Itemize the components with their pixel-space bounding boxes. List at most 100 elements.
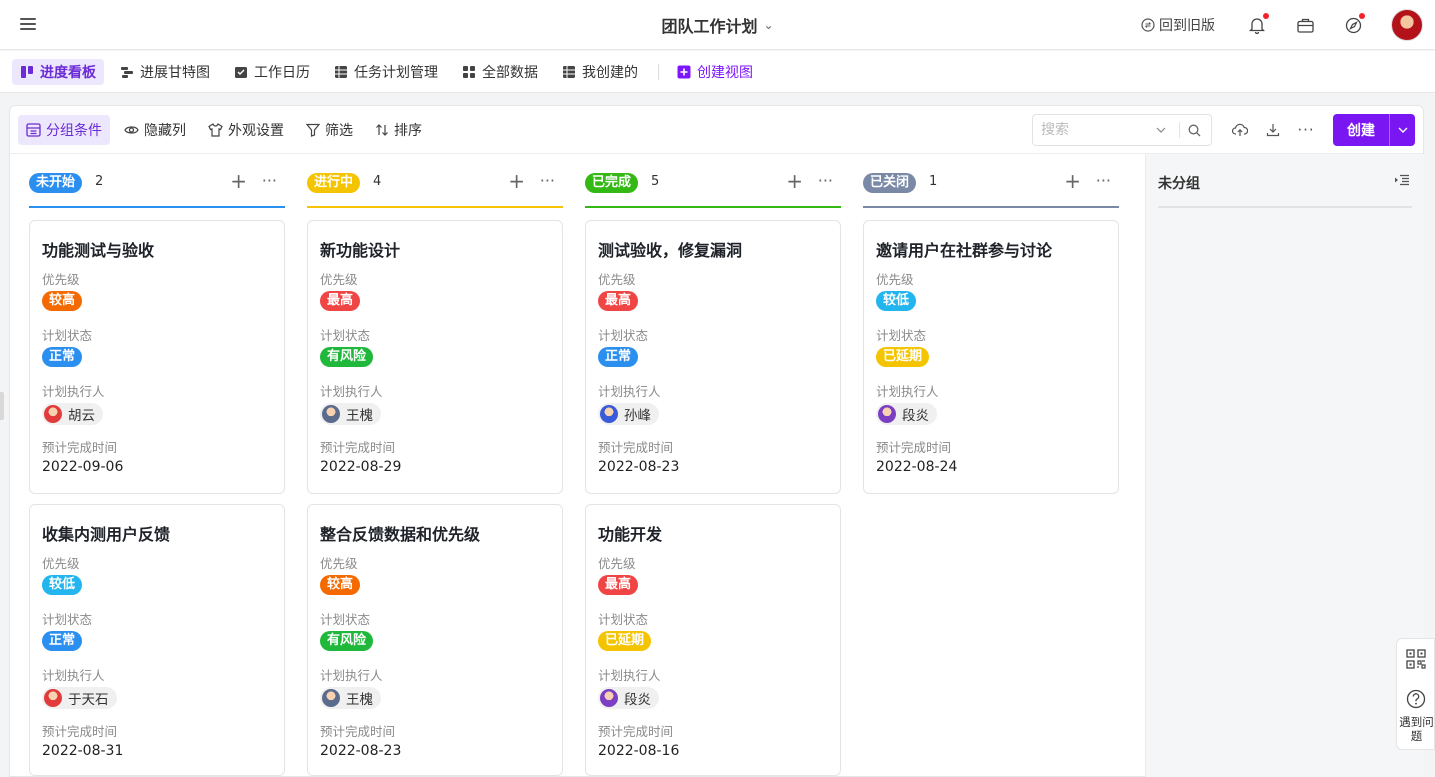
help-circle-icon[interactable] [1406, 689, 1426, 709]
assignee-label: 计划执行人 [598, 668, 661, 683]
add-card-icon[interactable]: + [508, 169, 525, 193]
avatar [322, 689, 340, 707]
card-title: 功能开发 [598, 525, 663, 544]
app-title: 团队工作计划 [661, 17, 758, 36]
task-card[interactable]: 功能测试与验收 优先级 较高 计划状态 正常 计划执行人 预计完成时间 2022-09-06 胡… [29, 220, 285, 494]
board-panel: 分组条件 隐藏列 外观设置 筛选 排序 搜索 ··· 创建 未开始 2 + ··… [9, 105, 1424, 777]
menu-icon[interactable] [18, 15, 38, 35]
filter-button[interactable]: 筛选 [298, 115, 361, 145]
assignee-name: 王槐 [346, 692, 373, 708]
more-icon[interactable]: ··· [1096, 169, 1111, 193]
help-label[interactable]: 遇到问题 [1397, 715, 1435, 743]
tab-calendar[interactable]: 工作日历 [226, 59, 318, 85]
qr-code-icon[interactable] [1406, 649, 1426, 669]
assignee-chip: 胡云 [42, 403, 103, 425]
shirt-icon [208, 123, 223, 137]
due-date: 2022-08-16 [598, 743, 680, 759]
assignee-label: 计划执行人 [42, 384, 105, 399]
tab-gantt[interactable]: 进展甘特图 [112, 59, 218, 85]
due-date: 2022-08-31 [42, 743, 124, 759]
assignee-chip: 于天石 [42, 687, 117, 709]
compass-icon [1345, 17, 1361, 33]
hide-columns-button[interactable]: 隐藏列 [116, 115, 194, 145]
search-dropdown[interactable] [1151, 127, 1171, 133]
priority-label: 优先级 [598, 556, 636, 571]
more-icon[interactable]: ··· [818, 169, 833, 193]
appearance-label: 外观设置 [228, 123, 284, 139]
more-icon[interactable]: ··· [262, 169, 277, 193]
add-card-icon[interactable]: + [786, 169, 803, 193]
column-count: 4 [373, 174, 382, 189]
status-badge: 已关闭 [863, 173, 917, 193]
collapse-list-icon[interactable] [1394, 174, 1410, 186]
task-card[interactable]: 测试验收，修复漏洞 优先级 最高 计划状态 正常 计划执行人 预计完成时间 2022-08-2… [585, 220, 841, 494]
app-title-dropdown[interactable]: 团队工作计划 ⌄ [661, 13, 773, 37]
more-icon[interactable]: ··· [540, 169, 555, 193]
due-date: 2022-08-29 [320, 459, 402, 475]
due-label: 预计完成时间 [320, 440, 396, 455]
floating-help-bar: 遇到问题 [1396, 638, 1435, 750]
create-view-button[interactable]: 创建视图 [669, 59, 761, 85]
bell-button[interactable] [1247, 13, 1269, 35]
create-view-label: 创建视图 [697, 64, 753, 81]
view-tabs: 进度看板 进展甘特图 工作日历 任务计划管理 全部数据 我创建的 创建视图 [0, 51, 1435, 93]
sidebar-handle[interactable] [0, 392, 4, 420]
sort-button[interactable]: 排序 [367, 115, 430, 145]
table-icon [563, 65, 575, 78]
column-header: 未开始 2 + ··· [29, 154, 285, 208]
priority-badge: 较低 [876, 291, 917, 311]
tab-my-created[interactable]: 我创建的 [554, 59, 646, 85]
toolbar-left: 分组条件 隐藏列 外观设置 筛选 排序 [18, 115, 436, 145]
more-button[interactable]: ··· [1296, 120, 1316, 140]
plan-status-label: 计划状态 [42, 328, 93, 343]
chevron-down-icon [1398, 127, 1407, 133]
compass-button[interactable] [1343, 13, 1365, 35]
status-badge: 进行中 [307, 173, 361, 193]
download-button[interactable] [1263, 120, 1283, 140]
kanban-column: 已完成 5 + ··· 测试验收，修复漏洞 优先级 最高 计划状态 正常 计划执行人 预计完成时间 2… [585, 154, 841, 776]
priority-badge: 最高 [320, 291, 361, 311]
create-button[interactable]: 创建 [1333, 114, 1389, 146]
search-input[interactable] [1041, 122, 1151, 138]
divider [1179, 122, 1180, 138]
chevron-down-icon: ⌄ [763, 18, 774, 32]
assignee-label: 计划执行人 [876, 384, 939, 399]
user-avatar[interactable] [1391, 9, 1423, 41]
search-icon[interactable] [1188, 124, 1201, 137]
upload-button[interactable] [1230, 120, 1250, 140]
card-title: 邀请用户在社群参与讨论 [876, 241, 1053, 260]
task-card[interactable]: 整合反馈数据和优先级 优先级 较高 计划状态 有风险 计划执行人 预计完成时间 2022-08… [307, 504, 563, 776]
download-icon [1266, 124, 1280, 137]
tab-kanban[interactable]: 进度看板 [12, 58, 104, 85]
due-date: 2022-08-24 [876, 459, 958, 475]
old-version-button[interactable]: 回到旧版 [1141, 15, 1215, 35]
task-card[interactable]: 功能开发 优先级 最高 计划状态 已延期 计划执行人 预计完成时间 2022-08-16 段炎 [585, 504, 841, 776]
more-icon: ··· [1297, 121, 1315, 139]
due-label: 预计完成时间 [598, 440, 674, 455]
plan-status-badge: 已延期 [876, 347, 930, 367]
assignee-chip: 孙峰 [598, 403, 659, 425]
card-title: 测试验收，修复漏洞 [598, 241, 743, 260]
assignee-name: 孙峰 [624, 408, 651, 424]
tab-all-data[interactable]: 全部数据 [454, 59, 546, 85]
assignee-name: 段炎 [902, 408, 929, 424]
task-card[interactable]: 收集内测用户反馈 优先级 较低 计划状态 正常 计划执行人 预计完成时间 2022-08-31… [29, 504, 285, 776]
top-right-actions: 回到旧版 [1141, 0, 1423, 50]
due-date: 2022-08-23 [320, 743, 402, 759]
kanban-icon [21, 65, 33, 78]
tab-task-plan[interactable]: 任务计划管理 [326, 59, 446, 85]
assignee-chip: 王槐 [320, 687, 381, 709]
add-card-icon[interactable]: + [1064, 169, 1081, 193]
assignee-name: 王槐 [346, 408, 373, 424]
eye-icon [124, 126, 139, 134]
assignee-label: 计划执行人 [320, 384, 383, 399]
group-by-button[interactable]: 分组条件 [18, 115, 110, 145]
add-card-icon[interactable]: + [230, 169, 247, 193]
task-card[interactable]: 新功能设计 优先级 最高 计划状态 有风险 计划执行人 预计完成时间 2022-08-29 王槐 [307, 220, 563, 494]
due-date: 2022-09-06 [42, 459, 124, 475]
task-card[interactable]: 邀请用户在社群参与讨论 优先级 较低 计划状态 已延期 计划执行人 预计完成时间 2022-0… [863, 220, 1119, 494]
briefcase-button[interactable] [1295, 15, 1315, 35]
appearance-button[interactable]: 外观设置 [200, 115, 292, 145]
due-label: 预计完成时间 [598, 724, 674, 739]
create-dropdown-button[interactable] [1389, 114, 1415, 146]
